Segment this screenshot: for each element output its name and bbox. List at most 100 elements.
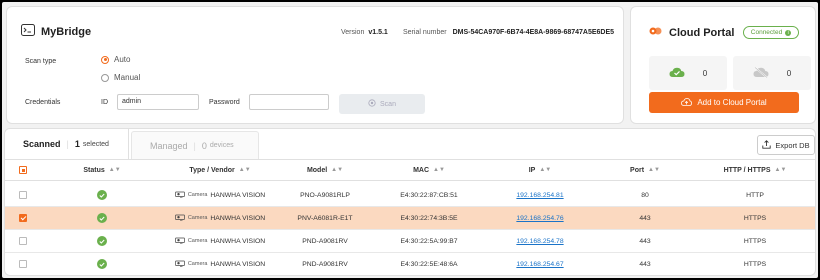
tab-separator: | — [66, 139, 69, 149]
device-list-panel: Scanned | 1 selected Managed | 0 devices… — [4, 128, 816, 276]
ip-link-text[interactable]: 192.168.254.67 — [516, 261, 563, 268]
row-checkbox[interactable] — [19, 191, 27, 199]
row-checkbox[interactable] — [19, 214, 27, 222]
mac-cell: E4:30:22:74:3B:5E — [400, 214, 458, 222]
info-icon: i — [785, 29, 792, 36]
app-logo-icon — [21, 24, 35, 39]
ip-link[interactable]: 192.168.254.78 — [505, 230, 575, 252]
export-icon — [762, 139, 772, 151]
scan-button[interactable]: Scan — [339, 94, 425, 114]
port-cell: 80 — [641, 191, 649, 199]
model-cell: PND-A9081RV — [302, 260, 348, 268]
col-port[interactable]: Port ▲▼ — [615, 160, 675, 180]
camera-icon — [174, 214, 185, 223]
status-ok-icon — [97, 213, 107, 223]
status-cell — [73, 207, 131, 229]
row-checkbox-cell — [17, 207, 29, 229]
cloud-disconnected-icon — [753, 66, 769, 80]
add-to-cloud-portal-button[interactable]: Add to Cloud Portal — [649, 92, 799, 113]
password-input[interactable] — [249, 94, 329, 110]
tab-scanned-label: Scanned — [23, 139, 61, 149]
model-cell: PND-A9081RV — [302, 237, 348, 245]
disconnected-devices-stat: 0 — [733, 56, 811, 90]
cloud-upload-icon — [681, 97, 693, 108]
id-input[interactable]: admin — [117, 94, 199, 110]
col-status[interactable]: Status ▲▼ — [73, 160, 131, 180]
connection-status-badge[interactable]: Connected i — [743, 26, 799, 39]
selected-count: 1 — [74, 139, 80, 149]
col-type-label: Type / Vendor — [189, 166, 235, 174]
select-all-cell — [17, 160, 29, 180]
row-checkbox-cell — [17, 184, 29, 206]
select-all-checkbox[interactable] — [19, 166, 27, 174]
col-http-label: HTTP / HTTPS — [723, 166, 771, 174]
app-title: MyBridge — [41, 25, 92, 38]
mac-cell: E4:30:22:87:CB:51 — [400, 191, 458, 199]
serial-value: DMS-54CA970F-6B74-4E8A-9869-68747A5E6DE5 — [452, 29, 615, 36]
ip-link-text[interactable]: 192.168.254.76 — [516, 215, 563, 222]
sort-icon: ▲▼ — [539, 167, 552, 173]
sort-icon: ▲▼ — [433, 167, 445, 173]
radio-manual[interactable]: Manual — [101, 73, 140, 82]
tab-scanned[interactable]: Scanned | 1 selected — [5, 129, 129, 159]
row-checkbox[interactable] — [19, 237, 27, 245]
version-value: v1.5.1 — [368, 29, 388, 36]
status-cell — [73, 184, 131, 206]
device-type: Camera — [187, 261, 208, 267]
col-type-vendor[interactable]: Type / Vendor ▲▼ — [165, 160, 275, 180]
radio-auto[interactable]: Auto — [101, 55, 130, 64]
port-cell: 443 — [639, 260, 651, 268]
ip-link[interactable]: 192.168.254.67 — [505, 253, 575, 275]
status-ok-icon — [97, 236, 107, 246]
col-mac[interactable]: MAC ▲▼ — [389, 160, 469, 180]
cloud-portal-header: Cloud Portal — [649, 26, 734, 39]
sort-icon: ▲▼ — [238, 167, 251, 173]
app-header: MyBridge — [21, 24, 91, 39]
radio-manual-indicator[interactable] — [101, 73, 109, 82]
type-vendor-cell: Camera HANWHA VISION — [155, 207, 285, 229]
col-status-label: Status — [83, 166, 105, 174]
protocol-cell: HTTPS — [743, 214, 767, 222]
status-ok-icon — [97, 190, 107, 200]
scan-icon — [368, 99, 376, 109]
export-db-button[interactable]: Export DB — [757, 135, 815, 155]
ip-link[interactable]: 192.168.254.81 — [505, 184, 575, 206]
cloud-portal-logo-icon — [649, 26, 663, 39]
version-label: Version — [341, 29, 365, 36]
serial-label: Serial number — [403, 29, 447, 36]
ip-link-text[interactable]: 192.168.254.81 — [516, 192, 563, 199]
export-db-label: Export DB — [775, 140, 810, 150]
col-ip[interactable]: IP ▲▼ — [505, 160, 575, 180]
type-vendor-cell: Camera HANWHA VISION — [155, 184, 285, 206]
col-ip-label: IP — [528, 166, 536, 174]
ip-link-text[interactable]: 192.168.254.78 — [516, 238, 563, 245]
status-cell — [73, 230, 131, 252]
id-label: ID — [101, 99, 108, 106]
ip-link[interactable]: 192.168.254.76 — [505, 207, 575, 229]
camera-icon — [174, 191, 185, 200]
type-vendor-cell: Camera HANWHA VISION — [155, 230, 285, 252]
model-cell: PNV-A6081R-E1T — [297, 214, 353, 222]
model-cell: PNO-A9081RLP — [300, 191, 350, 199]
protocol-cell: HTTPS — [743, 260, 767, 268]
col-http[interactable]: HTTP / HTTPS ▲▼ — [710, 160, 800, 180]
table-row[interactable]: Camera HANWHA VISION PND-A9081RV E4:30:22… — [5, 253, 815, 275]
tab-managed-label: Managed — [150, 140, 188, 151]
row-checkbox[interactable] — [19, 260, 27, 268]
selected-suffix: selected — [82, 140, 109, 148]
connection-status-label: Connected — [750, 29, 783, 36]
col-model[interactable]: Model ▲▼ — [285, 160, 365, 180]
sort-icon: ▲▼ — [108, 167, 121, 173]
managed-suffix: devices — [209, 142, 234, 149]
radio-auto-indicator[interactable] — [101, 55, 109, 64]
table-row[interactable]: Camera HANWHA VISION PNO-A9081RLP E4:30:2… — [5, 184, 815, 207]
tab-managed[interactable]: Managed | 0 devices — [131, 131, 259, 159]
device-vendor: HANWHA VISION — [210, 260, 266, 268]
table-row[interactable]: Camera HANWHA VISION PND-A9081RV E4:30:22… — [5, 230, 815, 253]
camera-icon — [174, 237, 185, 246]
protocol-cell: HTTP — [746, 191, 764, 199]
scan-button-label: Scan — [380, 100, 396, 108]
device-vendor: HANWHA VISION — [210, 214, 266, 222]
table-row-selected[interactable]: Camera HANWHA VISION PNV-A6081R-E1T E4:30… — [5, 207, 815, 230]
mac-cell: E4:30:22:5E:48:6A — [400, 260, 458, 268]
